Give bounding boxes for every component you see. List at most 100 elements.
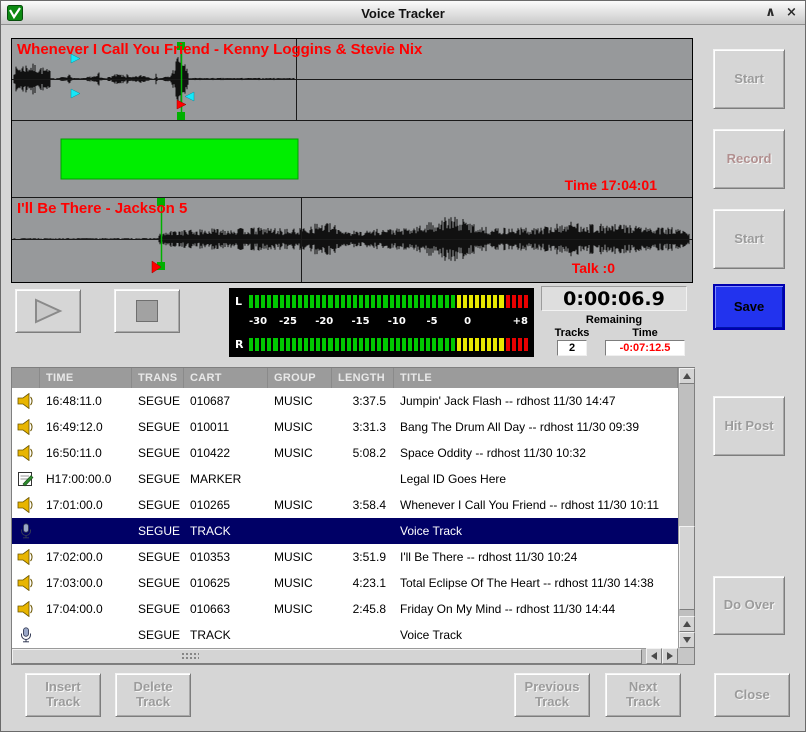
header-cart[interactable]: CART: [184, 368, 268, 388]
meter-segment: [328, 338, 332, 351]
speaker-icon: [17, 419, 35, 435]
cell-cart: TRACK: [184, 628, 268, 642]
meter-segment: [475, 295, 479, 308]
cell-group: MUSIC: [268, 550, 332, 564]
log-row[interactable]: H17:00:00.0 SEGUE MARKER Legal ID Goes H…: [12, 466, 678, 492]
playhead-handle[interactable]: [157, 198, 165, 206]
scroll-up-button-bottom[interactable]: [679, 616, 695, 632]
playhead-handle[interactable]: [177, 112, 185, 120]
cell-cart: 010687: [184, 394, 268, 408]
meter-segment: [390, 338, 394, 351]
right-arrow-icon: [667, 652, 673, 660]
close-window-button[interactable]: ×: [783, 4, 800, 21]
cell-group: MUSIC: [268, 420, 332, 434]
waveform-display[interactable]: Whenever I Call You Friend - Kenny Loggi…: [11, 38, 693, 283]
row-type-icon-cell: [12, 419, 40, 435]
meter-segment: [304, 338, 308, 351]
meter-segment: [310, 295, 314, 308]
scroll-down-button[interactable]: [679, 632, 695, 648]
cell-trans: SEGUE: [132, 472, 184, 486]
vertical-scrollbar[interactable]: [678, 368, 694, 648]
cell-length: 3:58.4: [332, 498, 394, 512]
time-label: Time: [632, 327, 657, 339]
log-header: TIME TRANS CART GROUP LENGTH TITLE: [12, 368, 678, 388]
vertical-scroll-thumb[interactable]: [679, 526, 695, 610]
insert-track-button[interactable]: Insert Track: [25, 673, 101, 717]
meter-right-bar: [249, 338, 528, 351]
log-row[interactable]: 16:50:11.0 SEGUE 010422 MUSIC 5:08.2 Spa…: [12, 440, 678, 466]
scroll-right-button[interactable]: [662, 648, 678, 664]
next-track-button[interactable]: Next Track: [605, 673, 681, 717]
meter-segment: [328, 295, 332, 308]
do-over-button[interactable]: Do Over: [713, 576, 785, 635]
meter-segment: [365, 295, 369, 308]
play-button[interactable]: [15, 289, 81, 333]
meter-segment: [280, 295, 284, 308]
meter-segment: [475, 338, 479, 351]
meter-segment: [445, 295, 449, 308]
log-row[interactable]: 17:04:00.0 SEGUE 010663 MUSIC 2:45.8 Fri…: [12, 596, 678, 622]
meter-segment: [408, 295, 412, 308]
meter-scale-label: -10: [388, 316, 406, 327]
log-row[interactable]: 17:01:00.0 SEGUE 010265 MUSIC 3:58.4 Whe…: [12, 492, 678, 518]
playhead-handle[interactable]: [177, 42, 185, 50]
header-time[interactable]: TIME: [40, 368, 132, 388]
meter-segment: [359, 338, 363, 351]
header-icon-col: [12, 368, 40, 388]
save-button[interactable]: Save: [713, 284, 785, 330]
cell-time: 17:02:00.0: [40, 550, 132, 564]
stop-button[interactable]: [114, 289, 180, 333]
cell-length: 3:37.5: [332, 394, 394, 408]
previous-track-button[interactable]: Previous Track: [514, 673, 590, 717]
log-row[interactable]: 17:02:00.0 SEGUE 010353 MUSIC 3:51.9 I'l…: [12, 544, 678, 570]
log-row[interactable]: SEGUE TRACK Voice Track: [12, 622, 678, 648]
meter-segment: [414, 295, 418, 308]
time-remaining-value: -0:07:12.5: [605, 340, 685, 356]
log-row[interactable]: SEGUE TRACK Voice Track: [12, 518, 678, 544]
log-row[interactable]: 16:49:12.0 SEGUE 010011 MUSIC 3:31.3 Ban…: [12, 414, 678, 440]
meter-segment: [273, 295, 277, 308]
log-row[interactable]: 17:03:00.0 SEGUE 010625 MUSIC 4:23.1 Tot…: [12, 570, 678, 596]
meter-segment: [267, 295, 271, 308]
meter-segment: [298, 295, 302, 308]
marker-icon: [17, 471, 35, 487]
cell-length: 5:08.2: [332, 446, 394, 460]
meter-segment: [518, 338, 522, 351]
shade-button[interactable]: ∧: [762, 4, 779, 21]
audio-level-meter: L -30-25-20-15-10-50+8 R: [229, 288, 534, 357]
meter-segment: [438, 295, 442, 308]
log-row[interactable]: 16:48:11.0 SEGUE 010687 MUSIC 3:37.5 Jum…: [12, 388, 678, 414]
scroll-left-button[interactable]: [646, 648, 662, 664]
header-length[interactable]: LENGTH: [332, 368, 394, 388]
speaker-icon: [17, 497, 35, 513]
voice-track-region[interactable]: [61, 139, 298, 179]
titlebar[interactable]: Voice Tracker ∧ ×: [1, 1, 805, 25]
meter-segment: [469, 338, 473, 351]
meter-right-label: R: [235, 338, 249, 351]
horizontal-scrollbar[interactable]: [12, 648, 678, 664]
cell-cart: 010663: [184, 602, 268, 616]
horizontal-scroll-thumb[interactable]: [12, 649, 642, 664]
meter-segment: [487, 338, 491, 351]
meter-segment: [506, 295, 510, 308]
meter-segment: [341, 295, 345, 308]
cell-trans: SEGUE: [132, 576, 184, 590]
start-track2-button[interactable]: Start: [713, 209, 785, 269]
up-arrow-icon: [683, 373, 691, 379]
record-button[interactable]: Record: [713, 129, 785, 189]
scroll-up-button[interactable]: [679, 368, 695, 384]
delete-track-button[interactable]: Delete Track: [115, 673, 191, 717]
elapsed-time-display: 0:00:06.9: [541, 286, 687, 311]
start-track1-button[interactable]: Start: [713, 49, 785, 109]
close-button[interactable]: Close: [714, 673, 790, 717]
hit-post-button[interactable]: Hit Post: [713, 396, 785, 456]
cell-trans: SEGUE: [132, 602, 184, 616]
remaining-panel: Remaining Tracks 2 Time -0:07:12.5: [541, 314, 687, 356]
meter-segment: [353, 338, 357, 351]
meter-segment: [377, 295, 381, 308]
mic-icon: [17, 627, 35, 643]
header-title[interactable]: TITLE: [394, 368, 678, 388]
meter-segment: [499, 338, 503, 351]
header-group[interactable]: GROUP: [268, 368, 332, 388]
header-trans[interactable]: TRANS: [132, 368, 184, 388]
